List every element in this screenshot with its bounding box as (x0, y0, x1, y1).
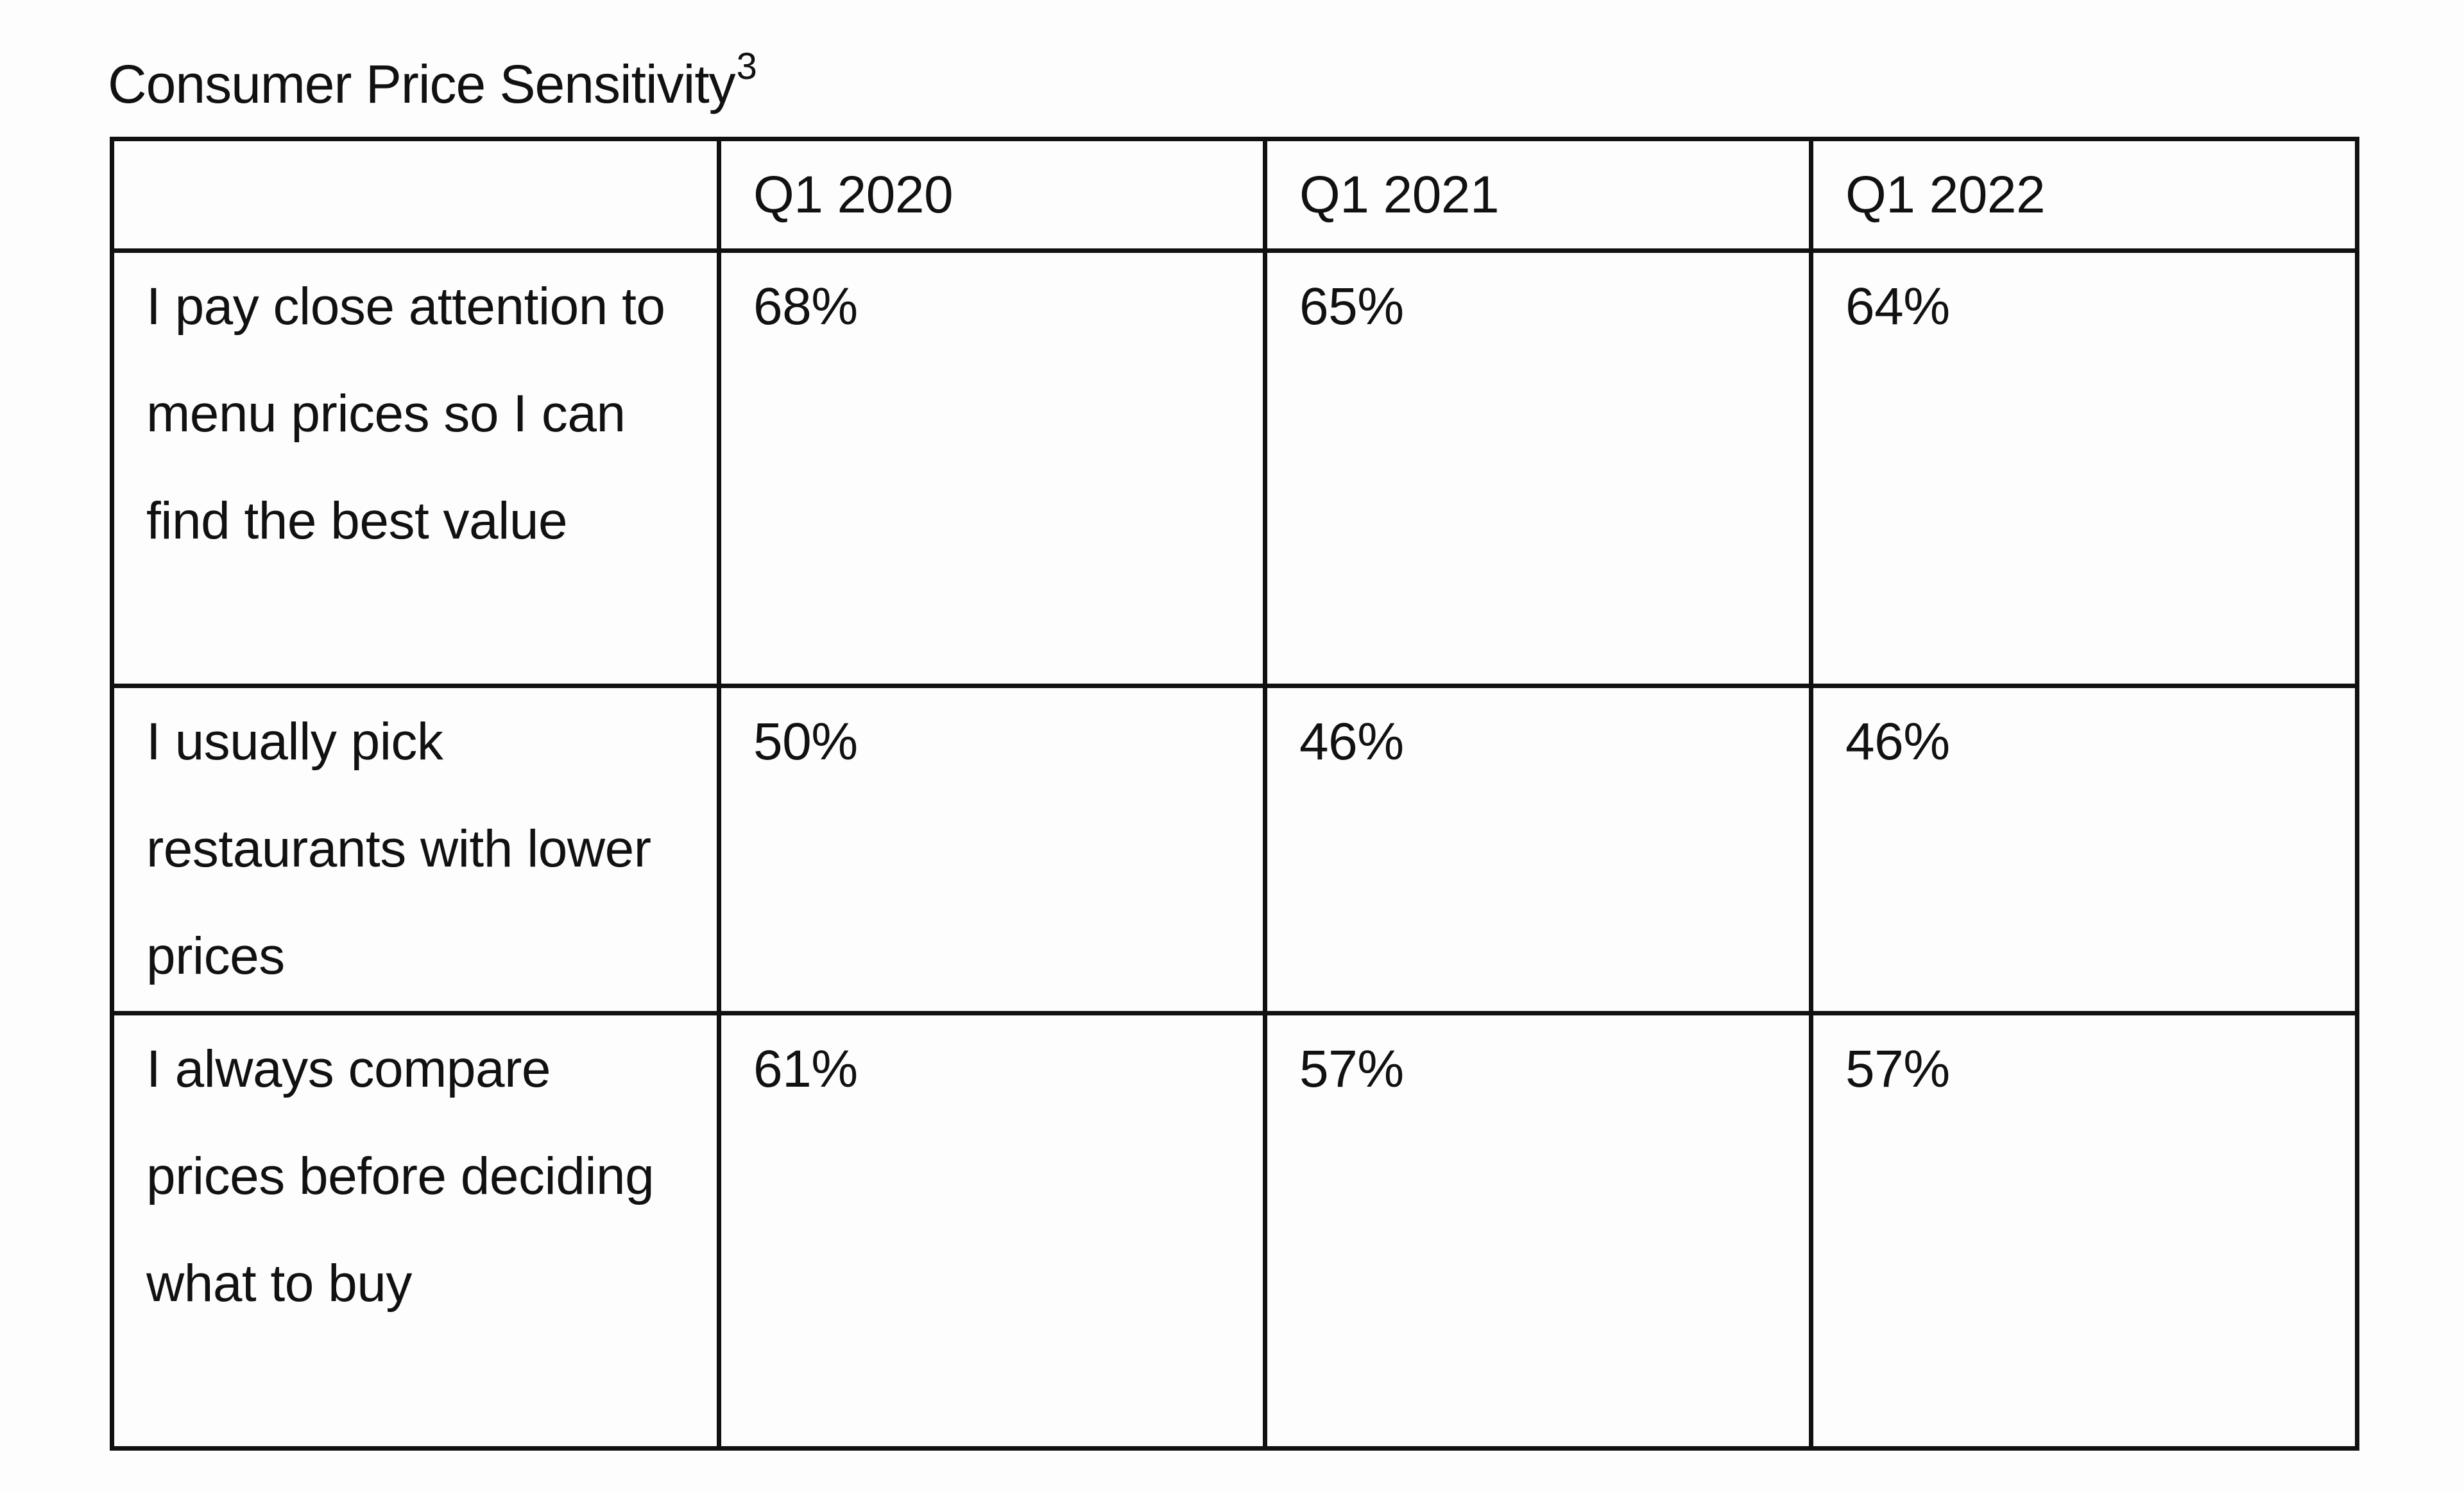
row-label: I pay close attention to menu prices so … (110, 248, 721, 688)
column-header-q1-2022: Q1 2022 (1809, 137, 2359, 253)
table-title-text: Consumer Price Sensitivity (108, 54, 736, 114)
value-cell: 46% (1809, 684, 2359, 1015)
value-cell: 61% (717, 1011, 1267, 1451)
value-cell: 57% (1263, 1011, 1813, 1451)
value-cell: 57% (1809, 1011, 2359, 1451)
value-cell: 64% (1809, 248, 2359, 688)
value-cell: 65% (1263, 248, 1813, 688)
column-header-q1-2020: Q1 2020 (717, 137, 1267, 253)
table-row: I pay close attention to menu prices so … (110, 248, 2359, 688)
value-cell: 50% (717, 684, 1267, 1015)
table-row: I always compare prices before deciding … (110, 1011, 2359, 1451)
value-cell: 68% (717, 248, 1267, 688)
row-label: I always compare prices before deciding … (110, 1011, 721, 1451)
column-header-q1-2021: Q1 2021 (1263, 137, 1813, 253)
footnote-reference: 3 (736, 46, 757, 87)
price-sensitivity-table: Q1 2020 Q1 2021 Q1 2022 I pay close atte… (110, 137, 2359, 1451)
corner-header-cell (110, 137, 721, 253)
value-cell: 46% (1263, 684, 1813, 1015)
table-title: Consumer Price Sensitivity3 (108, 40, 757, 116)
table-header-row: Q1 2020 Q1 2021 Q1 2022 (110, 137, 2359, 253)
row-label: I usually pick restaurants with lower pr… (110, 684, 721, 1015)
table-row: I usually pick restaurants with lower pr… (110, 684, 2359, 1015)
